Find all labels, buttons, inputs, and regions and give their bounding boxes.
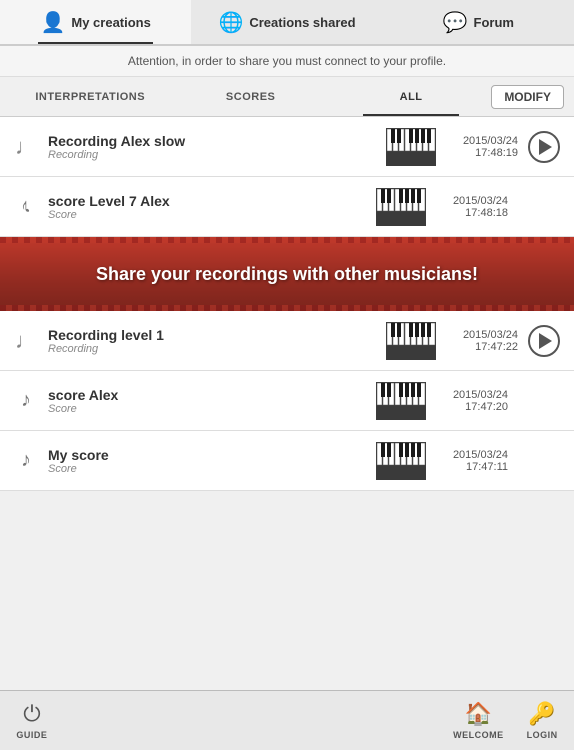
piano-thumbnail [376,382,426,420]
welcome-button[interactable]: 🏠 WELCOME [446,701,510,740]
top-navigation: 👤 My creations 🌐 Creations shared 💬 Foru… [0,0,574,46]
tab-creations-shared-label: Creations shared [249,15,355,30]
item-title: My score [48,447,364,463]
login-label: LOGIN [527,730,558,740]
bottom-bar: ⏻ GUIDE 🏠 WELCOME 🔑 LOGIN [0,690,574,750]
chat-icon: 💬 [443,10,468,35]
play-button[interactable] [528,325,560,357]
power-icon: ⏻ [23,701,40,727]
filter-row: INTERPRETATIONS SCORES ALL MODIFY [0,77,574,117]
home-icon: 🏠 [465,701,492,727]
filter-all[interactable]: ALL [331,77,491,116]
attention-bar: Attention, in order to share you must co… [0,46,574,77]
item-info: Recording level 1 Recording [48,327,374,355]
attention-text: Attention, in order to share you must co… [128,54,446,68]
item-subtitle: Score [48,209,364,221]
play-button[interactable] [528,131,560,163]
guide-button[interactable]: ⏻ GUIDE [0,701,64,740]
tab-my-creations[interactable]: 👤 My creations [0,0,191,44]
item-date: 2015/03/24 17:47:11 [438,449,508,473]
guide-label: GUIDE [16,730,47,740]
item-title: score Alex [48,387,364,403]
score-icon: ♪ [14,389,38,412]
filter-scores[interactable]: SCORES [170,77,330,116]
item-date: 2015/03/24 17:48:19 [448,135,518,159]
score-icon: ♪ [14,449,38,472]
promo-text: Share your recordings with other musicia… [96,264,478,285]
promo-banner: Share your recordings with other musicia… [0,237,574,311]
list-item: ♩ Recording level 1 Recording [0,311,574,371]
item-subtitle: Score [48,403,364,415]
item-date: 2015/03/24 17:48:18 [438,195,508,219]
item-info: My score Score [48,447,364,475]
item-title: score Level 7 Alex [48,193,364,209]
list-item: ♩ Recording Alex slow Recording [0,117,574,177]
item-date: 2015/03/24 17:47:20 [438,389,508,413]
login-button[interactable]: 🔑 LOGIN [510,701,574,740]
recording-icon: ♩ [14,328,38,354]
item-info: score Level 7 Alex Score [48,193,364,221]
piano-thumbnail [376,442,426,480]
item-info: Recording Alex slow Recording [48,133,374,161]
recording-icon: ♩ [14,134,38,160]
tab-creations-shared[interactable]: 🌐 Creations shared [191,0,382,44]
piano-thumbnail [386,128,436,166]
item-title: Recording level 1 [48,327,374,343]
list-item: ♪ My score Score [0,431,574,491]
item-subtitle: Recording [48,343,374,355]
user-icon: 👤 [40,10,65,35]
item-subtitle: Recording [48,149,374,161]
item-subtitle: Score [48,463,364,475]
item-info: score Alex Score [48,387,364,415]
list-item: ♪ score Alex Score [0,371,574,431]
tab-forum-label: Forum [474,15,514,30]
item-title: Recording Alex slow [48,133,374,149]
piano-thumbnail [376,188,426,226]
modify-button[interactable]: MODIFY [491,85,564,109]
key-icon: 🔑 [528,701,555,727]
items-list-below: ♩ Recording level 1 Recording [0,311,574,491]
piano-thumbnail [386,322,436,360]
play-icon [539,333,552,349]
score-icon: ♪ [14,195,38,218]
globe-icon: 🌐 [218,10,243,35]
tab-my-creations-label: My creations [71,15,150,30]
items-list: ♩ Recording Alex slow Recording [0,117,574,237]
item-date: 2015/03/24 17:47:22 [448,329,518,353]
play-icon [539,139,552,155]
welcome-label: WELCOME [453,730,504,740]
list-item: ♪ score Level 7 Alex Score [0,177,574,237]
filter-interpretations[interactable]: INTERPRETATIONS [10,77,170,116]
tab-forum[interactable]: 💬 Forum [383,0,574,44]
